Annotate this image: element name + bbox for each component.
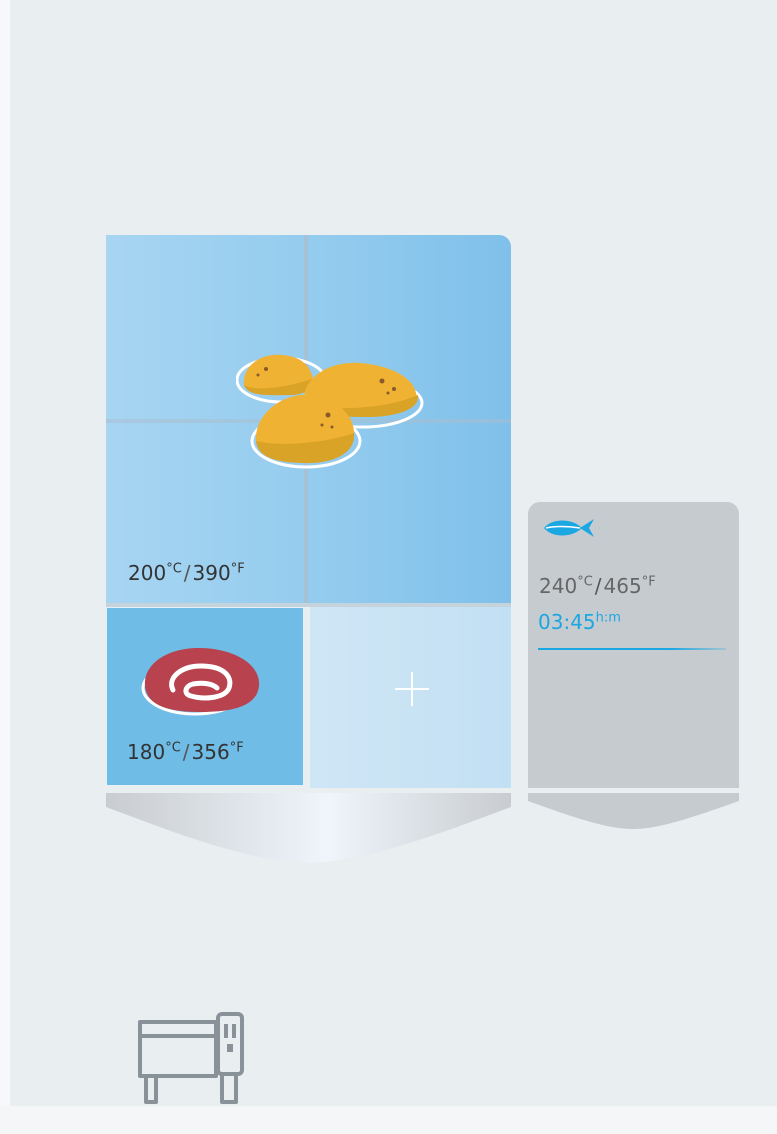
temp-celsius: 180	[127, 740, 166, 764]
unit-celsius: °C	[577, 574, 593, 590]
timer-value: 03:45	[538, 610, 596, 634]
zone-bottom-left-meat[interactable]: 180°C/356°F	[106, 607, 304, 786]
side-cavity-tray	[528, 793, 739, 829]
timer-underline	[538, 648, 726, 650]
zone-bottom-right-add[interactable]	[310, 607, 511, 788]
zone-bottom-left-temperature: 180°C/356°F	[127, 740, 244, 764]
unit-fahrenheit: °F	[230, 561, 245, 577]
side-cavity[interactable]: 240°C/465°F 03:45h:m	[528, 502, 739, 788]
unit-fahrenheit: °F	[229, 740, 244, 756]
fish-icon	[544, 519, 594, 537]
temp-fahrenheit: 390	[192, 561, 231, 585]
timer-unit: h:m	[595, 610, 621, 626]
nuggets-icon	[236, 354, 424, 469]
temp-fahrenheit: 465	[603, 574, 642, 598]
zone-top-temperature: 200°C/390°F	[128, 561, 245, 585]
zone-top-nuggets[interactable]: 200°C/390°F	[106, 235, 511, 603]
temp-separator: /	[183, 561, 191, 585]
unit-celsius: °C	[165, 740, 181, 756]
oven-icon[interactable]	[136, 1010, 248, 1110]
left-edge	[0, 0, 10, 1106]
side-temperature: 240°C/465°F	[539, 574, 656, 598]
temp-separator: /	[594, 574, 602, 598]
unit-celsius: °C	[166, 561, 182, 577]
main-cavity: 200°C/390°F 180°C/356°F	[106, 235, 511, 788]
temp-celsius: 240	[539, 574, 578, 598]
temp-fahrenheit: 356	[191, 740, 230, 764]
bottom-edge	[0, 1106, 777, 1134]
side-timer: 03:45h:m	[538, 610, 621, 634]
meat-icon	[141, 648, 260, 716]
main-cavity-tray	[106, 793, 511, 863]
unit-fahrenheit: °F	[641, 574, 656, 590]
temp-separator: /	[182, 740, 190, 764]
temp-celsius: 200	[128, 561, 167, 585]
plus-icon[interactable]	[392, 669, 432, 709]
